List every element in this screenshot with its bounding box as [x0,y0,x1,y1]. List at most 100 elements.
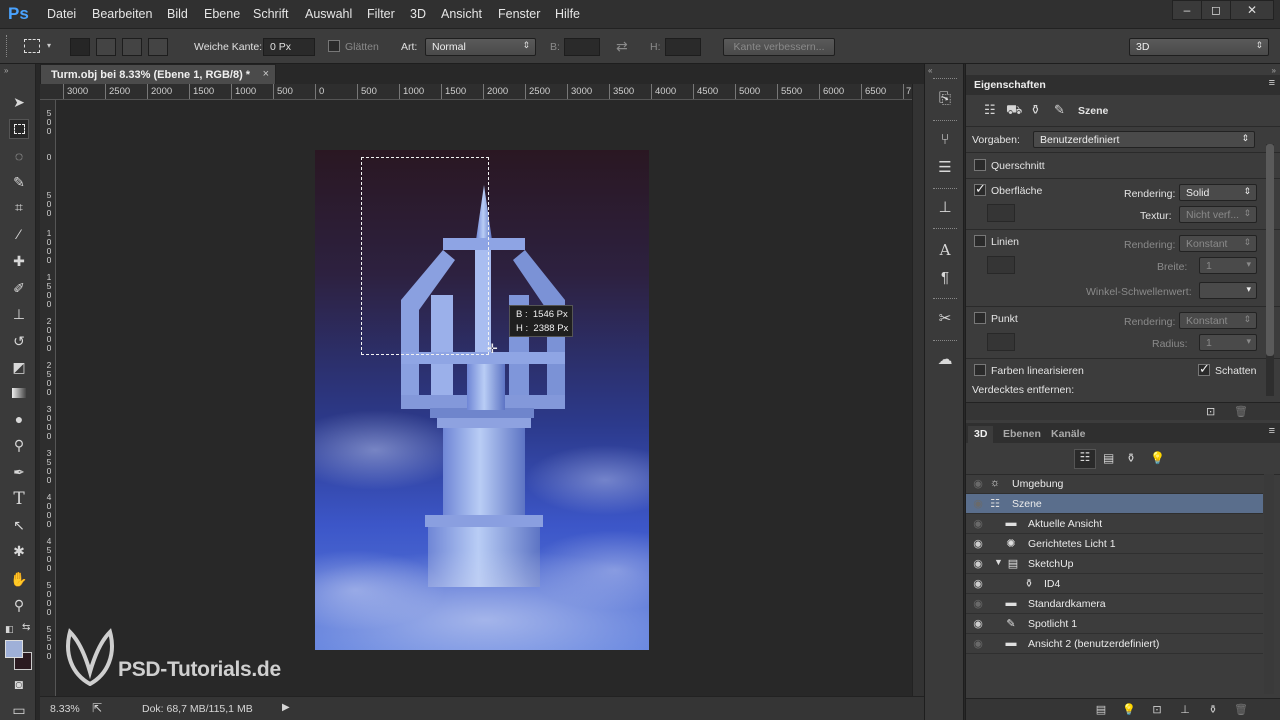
scroll-thumb[interactable] [1266,144,1274,356]
list-item[interactable]: ◉ ✺ Gerichtetes Licht 1 [966,534,1263,554]
clone-stamp-tool-icon[interactable]: ⊥ [9,304,29,324]
menu-ansicht[interactable]: Ansicht [441,7,482,21]
visibility-eye-icon[interactable]: ◉ [971,637,985,650]
marquee-tool-icon[interactable] [9,119,29,139]
width-input[interactable] [564,38,600,56]
marquee-selection[interactable] [361,157,489,355]
lasso-tool-icon[interactable]: ◌ [9,146,29,166]
menu-auswahl[interactable]: Auswahl [305,7,352,21]
panel-3d-scrollbar[interactable] [1264,474,1274,694]
style-select[interactable]: Normal ⇕ [425,38,536,56]
document-tab[interactable]: Turm.obj bei 8.33% (Ebene 1, RGB/8) * × [40,64,276,84]
list-item[interactable]: ◉ ⚱ ID4 [966,574,1263,594]
surface-color-swatch[interactable] [987,204,1015,222]
filter-scene-icon[interactable]: ☷ [1074,449,1096,469]
cross-section-checkbox[interactable] [974,159,986,171]
custom-shape-tool-icon[interactable]: ✱ [9,541,29,561]
eraser-tool-icon[interactable]: ◩ [9,357,29,377]
add-selection-icon[interactable] [96,38,116,56]
zoom-level[interactable]: 8.33% [50,703,80,715]
share-icon[interactable]: ⇱ [92,701,102,715]
texture-select[interactable]: Nicht verf... ⇕ [1179,206,1257,223]
ground-icon[interactable]: ⊥ [1178,703,1192,716]
list-item[interactable]: ◉ ▬ Aktuelle Ansicht [966,514,1263,534]
list-item[interactable]: ◉ ▬ Ansicht 2 (benutzerdefiniert) [966,634,1263,654]
scene-icon[interactable]: ☷ [984,102,996,118]
panel-menu-icon[interactable]: ≡ [1269,77,1275,89]
creative-cloud-icon[interactable]: ☁ [935,350,955,370]
brush-settings-icon[interactable]: ☰ [935,158,955,178]
foreground-color-swatch[interactable] [5,640,23,658]
angle-threshold-input[interactable]: ▾ [1199,282,1257,299]
render-icon[interactable]: ⊡ [1206,405,1215,418]
filter-material-icon[interactable]: ⚱ [1126,451,1136,465]
lines-rendering-select[interactable]: Konstant ⇕ [1179,235,1257,252]
trash-icon[interactable]: 🗑 [1234,703,1248,716]
refine-edge-button[interactable]: Kante verbessern... [723,38,835,56]
add-mesh-icon[interactable]: ▤ [1094,703,1108,716]
light-icon[interactable]: ✎ [1054,102,1065,118]
status-menu-icon[interactable]: ▶ [282,702,290,713]
close-document-icon[interactable]: × [263,68,269,80]
character-icon[interactable]: A [935,240,955,260]
collapse-icon[interactable]: » [4,66,8,75]
tool-preset-dropdown-icon[interactable]: ▾ [47,41,51,50]
mesh-icon[interactable]: ⛟ [1006,102,1022,120]
tab-ebenen[interactable]: Ebenen [997,426,1047,443]
maximize-icon[interactable]: ◻ [1201,0,1231,20]
close-icon[interactable]: ✕ [1230,0,1274,20]
brush-presets-icon[interactable]: ⑂ [935,130,955,150]
eyedropper-tool-icon[interactable]: ⁄ [9,224,29,244]
hand-tool-icon[interactable]: ✋ [9,569,29,589]
add-light-icon[interactable]: 💡 [1122,703,1136,716]
rect-marquee-icon[interactable] [24,39,40,53]
pen-tool-icon[interactable]: ✒ [9,462,29,482]
material-icon[interactable]: ⚱ [1030,102,1041,118]
brush-tool-icon[interactable]: ✐ [9,278,29,298]
render-icon[interactable]: ⊡ [1150,703,1164,716]
paragraph-icon[interactable]: ¶ [935,268,955,288]
point-radius-input[interactable]: 1 ▾ [1199,334,1257,351]
trash-icon[interactable]: 🗑 [1234,405,1248,418]
crop-tool-icon[interactable]: ⌗ [9,197,29,217]
presets-select[interactable]: Benutzerdefiniert ⇕ [1033,131,1255,148]
quick-selection-tool-icon[interactable]: ✎ [9,172,29,192]
list-item[interactable]: ◉ ▼ ▤ SketchUp [966,554,1263,574]
height-input[interactable] [665,38,701,56]
filter-icon[interactable]: ⚱ [1206,703,1220,716]
list-item[interactable]: ◉ ✎ Spotlicht 1 [966,614,1263,634]
type-tool-icon[interactable]: T [9,489,29,509]
history-brush-tool-icon[interactable]: ↺ [9,331,29,351]
point-rendering-select[interactable]: Konstant ⇕ [1179,312,1257,329]
quick-mask-icon[interactable]: ◙ [9,674,29,694]
menu-ebene[interactable]: Ebene [204,7,240,21]
tab-properties[interactable]: Eigenschaften [974,79,1046,91]
zoom-tool-icon[interactable]: ⚲ [9,595,29,615]
visibility-eye-icon[interactable]: ◉ [971,477,985,490]
properties-scrollbar[interactable] [1266,144,1274,396]
tab-kanaele[interactable]: Kanäle [1045,426,1091,443]
linearize-checkbox[interactable] [974,364,986,376]
menu-bild[interactable]: Bild [167,7,188,21]
list-item[interactable]: ◉ ▬ Standardkamera [966,594,1263,614]
list-item[interactable]: ◉ ☷ Szene [966,494,1263,514]
move-tool-icon[interactable]: ➤ [9,92,29,112]
intersect-selection-icon[interactable] [148,38,168,56]
swap-icon[interactable]: ⇄ [616,38,628,55]
visibility-eye-icon[interactable]: ◉ [971,597,985,610]
visibility-eye-icon[interactable]: ◉ [971,617,985,630]
menu-datei[interactable]: Datei [47,7,76,21]
swap-colors-icon[interactable]: ⇆ [22,622,30,633]
default-colors-icon[interactable]: ◧ [5,624,14,635]
lines-checkbox[interactable] [974,235,986,247]
tab-3d[interactable]: 3D [968,426,994,443]
new-selection-icon[interactable] [70,38,90,56]
collapse-icon[interactable]: « [928,66,932,75]
subtract-selection-icon[interactable] [122,38,142,56]
filter-mesh-icon[interactable]: ▤ [1103,451,1114,465]
clone-source-icon[interactable]: ⊥ [935,198,955,218]
tools-icon[interactable]: ✂ [935,309,955,329]
healing-brush-tool-icon[interactable]: ✚ [9,251,29,271]
surface-rendering-select[interactable]: Solid ⇕ [1179,184,1257,201]
minimize-icon[interactable]: – [1172,0,1202,20]
